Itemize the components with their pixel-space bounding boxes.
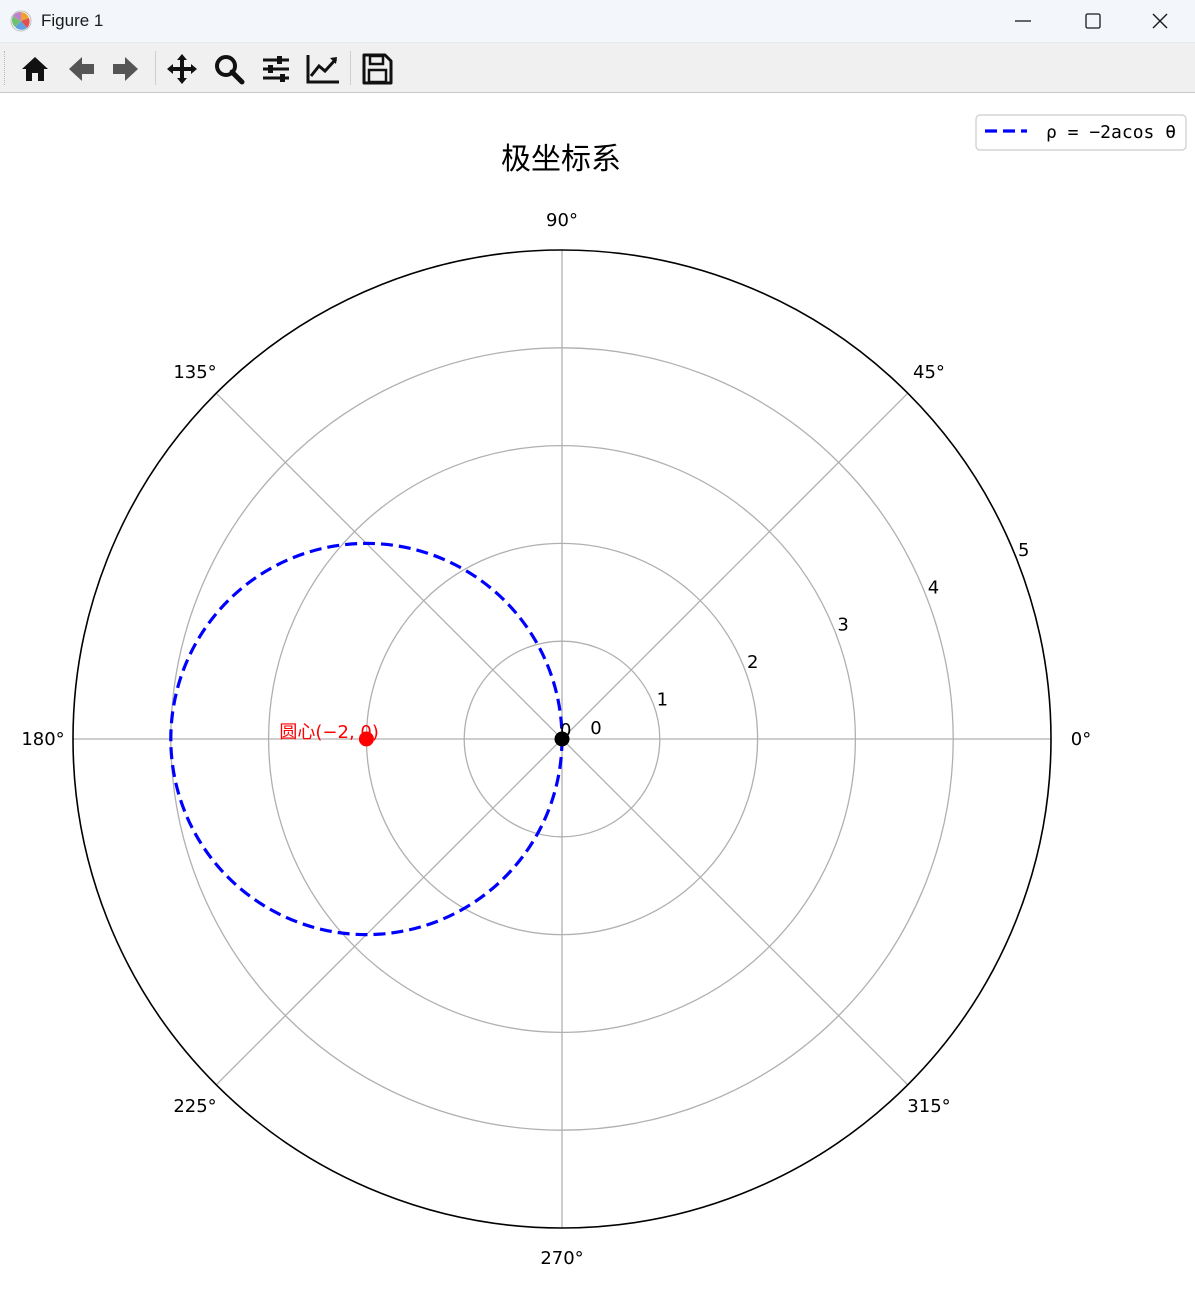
matplotlib-logo-icon <box>10 10 32 32</box>
center-point-label: 圆心(−2, 0) <box>279 722 378 743</box>
r-tick-label: 5 <box>1018 540 1029 561</box>
zoom-button[interactable] <box>209 49 249 87</box>
theta-grid-line <box>561 738 909 1086</box>
arrow-left-icon <box>69 57 94 81</box>
home-icon <box>22 57 48 81</box>
sliders-icon <box>263 56 289 82</box>
r-tick-label: 0 <box>590 718 601 739</box>
line-chart-icon <box>306 55 339 84</box>
theta-grid-line <box>215 392 563 740</box>
theta-tick-label: 45° <box>913 362 945 383</box>
theta-grid-line <box>561 392 909 740</box>
axes-edit-button[interactable] <box>302 49 342 87</box>
home-button[interactable] <box>15 49 55 87</box>
subplots-button[interactable] <box>256 49 296 87</box>
r-tick-label: 2 <box>747 652 758 673</box>
figure-canvas[interactable]: 0° 45° 90° 135° 180° 225° 270° 315° 0 1 2 3 4 5 圆心(−2,… <box>0 93 1195 1289</box>
window-title: Figure 1 <box>41 11 104 30</box>
maximize-icon <box>1085 13 1101 29</box>
toolbar-separator <box>155 51 156 85</box>
navigation-toolbar <box>0 43 1195 93</box>
magnifier-icon <box>215 55 245 85</box>
save-button[interactable] <box>357 49 397 87</box>
theta-tick-label: 0° <box>1071 729 1091 750</box>
back-button[interactable] <box>61 49 101 87</box>
maximize-button[interactable] <box>1058 0 1128 42</box>
toolbar-grip <box>4 51 7 85</box>
chart-title: 极坐标系 <box>501 142 621 177</box>
theta-grid-line <box>215 738 563 1086</box>
close-icon <box>1152 13 1168 29</box>
r-tick-label: 3 <box>837 615 848 636</box>
floppy-disk-icon <box>362 53 393 85</box>
arrow-right-icon <box>113 57 138 81</box>
theta-tick-label: 90° <box>546 210 578 231</box>
legend: ρ = −2acos θ <box>975 114 1187 151</box>
close-button[interactable] <box>1125 0 1195 42</box>
r-tick-label: 1 <box>657 690 668 711</box>
theta-tick-label: 315° <box>907 1096 950 1117</box>
theta-tick-label: 225° <box>173 1096 216 1117</box>
theta-tick-label: 270° <box>540 1248 583 1269</box>
window-titlebar: Figure 1 <box>0 0 1195 43</box>
pan-button[interactable] <box>162 49 202 87</box>
minimize-icon <box>1015 20 1031 22</box>
toolbar-separator <box>350 51 351 85</box>
theta-tick-label: 180° <box>21 729 64 750</box>
move-arrows-icon <box>167 54 197 84</box>
origin-point-label: 0 <box>560 720 571 741</box>
r-tick-label: 4 <box>928 577 939 598</box>
legend-label: ρ = −2acos θ <box>1046 122 1176 143</box>
forward-button[interactable] <box>106 49 146 87</box>
polar-plot[interactable]: 0° 45° 90° 135° 180° 225° 270° 315° 0 1 2 3 4 5 圆心(−2,… <box>0 93 1195 1289</box>
theta-tick-label: 135° <box>173 362 216 383</box>
minimize-button[interactable] <box>988 0 1058 42</box>
